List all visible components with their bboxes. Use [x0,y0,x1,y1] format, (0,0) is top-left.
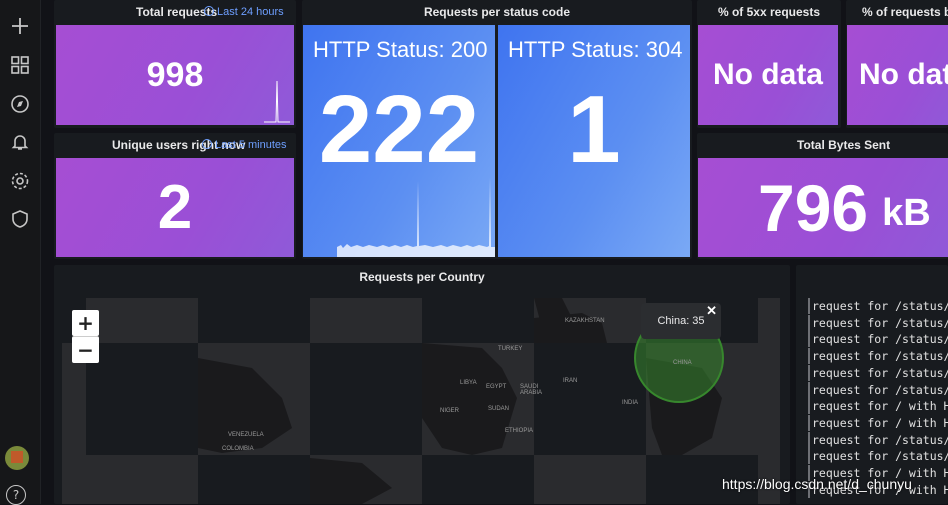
shield-icon[interactable] [6,205,34,233]
map-label: VENEZUELA [228,432,264,438]
sparkline [337,177,495,257]
map-label: EGYPT [486,384,507,390]
clock-icon [204,6,214,16]
log-line[interactable]: request for /status/fo [808,448,948,465]
stat-value: No data [698,25,838,125]
total-requests-panel: Total requests Last 24 hours 998 [54,0,296,128]
map-label: SAUDI ARABIA [520,384,543,396]
plus-icon[interactable] [6,12,34,40]
map-tooltip: China: 35 ✕ [641,303,721,339]
map-label: SUDAN [488,406,510,412]
log-line[interactable]: request for /status/fo [808,431,948,448]
map-label: KAZAKHSTAN [565,318,605,324]
time-range-note[interactable]: Last 24 hours [204,0,284,24]
clock-icon [202,139,212,149]
watermark-text: https://blog.csdn.net/d_chunyu [722,476,912,492]
dashboards-icon[interactable] [6,51,34,79]
status-value: 1 [567,76,621,183]
stat-value: No dat [847,25,948,125]
map-label: ETHIOPIA [505,428,534,434]
log-line[interactable]: request for /status/fo [808,331,948,348]
stat-number: No data [712,58,823,91]
help-icon[interactable]: ? [6,485,26,505]
panel-title: Total Bytes Sent [797,138,891,152]
avatar[interactable] [5,446,29,470]
unique-users-panel: Unique users right now Last 5 minutes 2 [54,133,296,259]
zoom-out-button[interactable]: − [72,336,99,363]
log-line[interactable]: request for /status/fo [808,298,948,314]
log-line[interactable]: request for /status/fo [808,348,948,365]
stat-number: 998 [146,55,204,94]
stat-value: 998 [56,25,294,125]
status-label: HTTP Status: 304 [508,37,683,62]
log-line[interactable]: request for /status/fo [808,314,948,331]
panel-title: % of requests by [862,5,948,19]
configuration-icon[interactable] [6,167,34,195]
map-label: LIBYA [460,380,477,386]
status-304-stat: HTTP Status: 304 1 [498,25,690,257]
pct-5xx-panel: % of 5xx requests No data [697,0,841,128]
map-label: NIGER [440,408,460,414]
stat-number: 796 [758,170,869,245]
map-label: TURKEY [498,346,523,352]
zoom-in-button[interactable]: + [72,310,99,336]
sparkline [264,80,290,123]
log-line[interactable]: request for / with HTT [808,398,948,415]
map-label: COLOMBIA [222,446,254,452]
status-label: HTTP Status: 200 [313,37,488,62]
log-line[interactable]: request for /status/fo [808,364,948,381]
panel-title: Requests per status code [423,5,571,19]
status-value: 222 [318,76,480,183]
stat-number: 2 [157,173,193,242]
pct-requests-panel: % of requests by No dat [846,0,948,128]
explore-icon[interactable] [6,90,34,118]
map-label: IRAN [563,378,578,384]
panel-title: Requests per Country [359,270,485,284]
alerting-icon[interactable] [6,128,34,156]
sidebar: ? [0,0,41,505]
stat-value: 2 [56,158,294,257]
stat-number: No dat [859,58,948,91]
log-line[interactable]: request for / with HTT [808,414,948,431]
time-range-note[interactable]: Last 5 minutes [202,133,287,157]
log-line[interactable]: request for /status/fo [808,381,948,398]
status-200-stat: HTTP Status: 200 222 [303,25,495,257]
panel-title: % of 5xx requests [717,5,821,19]
close-icon[interactable]: ✕ [706,293,717,329]
stat-value: 796 kB [698,158,948,257]
total-bytes-panel: Total Bytes Sent 796 kB [697,133,948,259]
map-label: INDIA [622,400,639,406]
status-code-panel: Requests per status code HTTP Status: 20… [302,0,692,259]
stat-unit: kB [882,192,931,234]
tooltip-text: China: 35 [657,315,705,327]
map-label: CHINA [673,360,692,366]
